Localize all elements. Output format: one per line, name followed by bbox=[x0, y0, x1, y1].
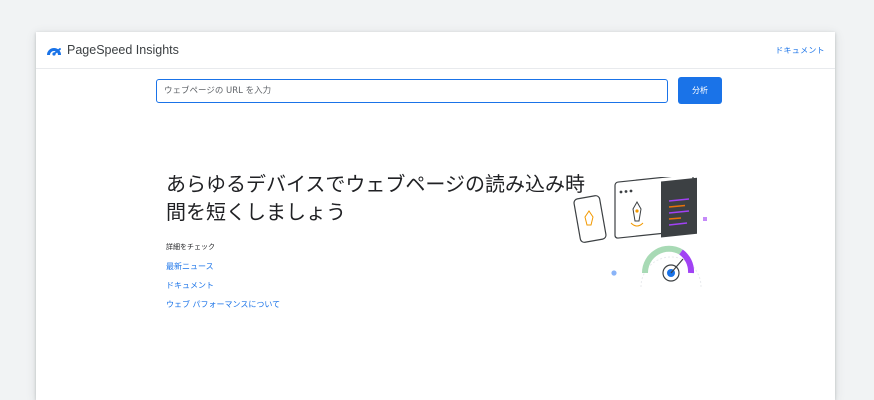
url-input[interactable] bbox=[156, 78, 668, 103]
gauge-illustration bbox=[640, 245, 702, 288]
brand[interactable]: PageSpeed Insights bbox=[46, 43, 179, 57]
web-performance-link[interactable]: ウェブ パフォーマンスについて bbox=[166, 299, 586, 310]
hero-title: あらゆるデバイスでウェブページの読み込み時間を短くしましょう bbox=[166, 172, 585, 224]
documentation-link[interactable]: ドキュメント bbox=[166, 280, 586, 291]
hero: あらゆるデバイスでウェブページの読み込み時間を短くしましょう 詳細をチェック 最… bbox=[166, 170, 586, 310]
pagespeed-logo-icon bbox=[47, 48, 61, 56]
learn-more-heading: 詳細をチェック bbox=[166, 243, 215, 251]
browser-illustration bbox=[614, 177, 697, 239]
search-row: 分析 bbox=[156, 77, 722, 104]
hero-illustration bbox=[573, 177, 707, 288]
docs-link[interactable]: ドキュメント bbox=[775, 45, 825, 56]
main-card: PageSpeed Insights ドキュメント 分析 あらゆるデバイスでウェ… bbox=[36, 32, 835, 400]
analyze-button[interactable]: 分析 bbox=[678, 77, 722, 104]
phone-illustration bbox=[573, 195, 607, 243]
app-title: PageSpeed Insights bbox=[67, 43, 179, 57]
news-link[interactable]: 最新ニュース bbox=[166, 261, 586, 272]
top-bar: PageSpeed Insights ドキュメント bbox=[36, 32, 835, 69]
